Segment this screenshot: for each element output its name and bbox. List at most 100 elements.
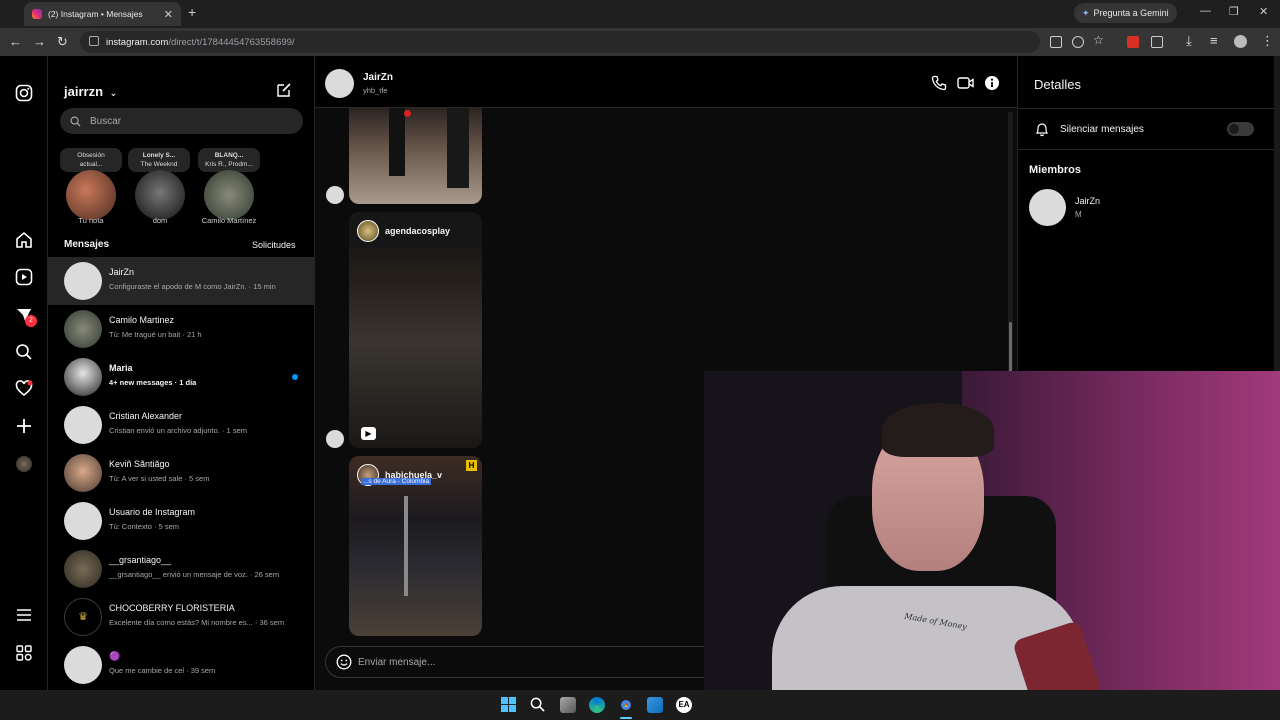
- conversation-row[interactable]: JairZn Configuraste el apodo de M como J…: [48, 257, 314, 305]
- conversation-preview: Tú: Me tragué un bait · 21 h: [109, 330, 202, 339]
- nav-rail: 2: [0, 56, 48, 690]
- shared-reel[interactable]: agendacosplay ▶: [349, 212, 482, 448]
- chat-name[interactable]: JairZn: [363, 72, 393, 83]
- divider: [1018, 149, 1280, 150]
- password-key-icon[interactable]: [1072, 36, 1084, 48]
- story-avatar[interactable]: [135, 170, 185, 220]
- ea-app-icon[interactable]: EA: [676, 697, 692, 713]
- avatar: [64, 454, 102, 492]
- story-avatar[interactable]: [204, 170, 254, 220]
- note-bubble[interactable]: Obsesión actual...: [60, 148, 122, 172]
- note-bubble[interactable]: BLANQ... Kris R., Prodm...: [198, 148, 260, 172]
- reels-icon[interactable]: [15, 268, 33, 286]
- chat-scrollbar-thumb[interactable]: [1009, 322, 1012, 372]
- conversation-preview: Cristian envió un archivo adjunto. · 1 s…: [109, 426, 247, 435]
- pdf-extension-icon[interactable]: [1127, 36, 1139, 48]
- url-path: /direct/t/17844454763558699/: [168, 36, 295, 48]
- reload-icon[interactable]: ↻: [57, 34, 68, 50]
- extensions-icon[interactable]: [1151, 36, 1163, 48]
- profile-avatar[interactable]: [16, 456, 32, 472]
- note-bubble[interactable]: Lonely S... The Weeknd: [128, 148, 190, 172]
- mute-label: Silenciar mensajes: [1060, 124, 1144, 135]
- shared-reel[interactable]: habichuela_v ...s de Aura - Colombia H: [349, 456, 482, 636]
- gemini-button[interactable]: ✦ Pregunta a Gemini: [1074, 3, 1177, 23]
- account-switcher[interactable]: jairrzn ⌄: [64, 84, 117, 99]
- search-icon: [70, 116, 81, 127]
- conversation-row[interactable]: ♛ CHOCOBERRY FLORISTERIA Excelente día c…: [48, 593, 314, 641]
- forward-icon[interactable]: →: [33, 34, 46, 49]
- bell-icon: [1035, 123, 1049, 137]
- browser-menu-icon[interactable]: ⋮: [1261, 33, 1274, 49]
- gemini-sparkle-icon: ✦: [1082, 7, 1090, 18]
- video-call-icon[interactable]: [957, 75, 974, 91]
- back-icon[interactable]: ←: [9, 34, 22, 49]
- conversation-preview: Tú: A ver si usted sale · 5 sem: [109, 474, 210, 483]
- story-avatar[interactable]: [66, 170, 116, 220]
- member-avatar[interactable]: [1029, 189, 1066, 226]
- search-icon[interactable]: [15, 343, 33, 361]
- site-info-icon[interactable]: [89, 36, 99, 46]
- bookmark-star-icon[interactable]: ☆: [1093, 33, 1104, 47]
- create-plus-icon[interactable]: [15, 417, 33, 435]
- note-line2: The Weeknd: [140, 161, 178, 168]
- play-icon[interactable]: ▶: [361, 427, 376, 440]
- conversation-row[interactable]: Cristian Alexander Cristian envió un arc…: [48, 401, 314, 449]
- chat-header: JairZn yhb_tfe: [315, 56, 1017, 108]
- avatar: [64, 262, 102, 300]
- maximize-icon[interactable]: ❐: [1229, 5, 1239, 18]
- mute-toggle[interactable]: [1227, 122, 1254, 136]
- media-control-icon[interactable]: ≡: [1210, 33, 1218, 48]
- conversation-preview: __grsantiago__ envió un mensaje de voz. …: [109, 570, 280, 579]
- active-app-indicator: [620, 717, 632, 719]
- conversation-name: CHOCOBERRY FLORISTERIA: [109, 603, 235, 613]
- task-view-icon[interactable]: [560, 697, 576, 713]
- avatar: [64, 358, 102, 396]
- conversation-name: __grsantiago__: [109, 555, 172, 565]
- notifications-heart-icon[interactable]: [15, 380, 33, 398]
- meta-apps-icon[interactable]: [15, 644, 33, 662]
- windows-start-icon[interactable]: [501, 697, 516, 712]
- browser-tab[interactable]: (2) Instagram • Mensajes ✕: [24, 2, 181, 26]
- conversation-name: JairZn: [109, 267, 135, 277]
- conversation-row[interactable]: Camilo Martinez Tú: Me tragué un bait · …: [48, 305, 314, 353]
- more-menu-icon[interactable]: [15, 606, 33, 624]
- webcam-overlay: Made of Money: [704, 371, 1280, 714]
- cast-icon[interactable]: [1050, 36, 1062, 48]
- phone-call-icon[interactable]: [931, 75, 947, 91]
- chevron-down-icon: ⌄: [109, 88, 118, 98]
- conversation-row[interactable]: __grsantiago__ __grsantiago__ envió un m…: [48, 545, 314, 593]
- requests-link[interactable]: Solicitudes: [252, 240, 296, 250]
- conversation-name: Cristian Alexander: [109, 411, 183, 421]
- home-icon[interactable]: [15, 231, 33, 249]
- profile-avatar-icon[interactable]: [1234, 35, 1247, 48]
- emoji-icon[interactable]: [336, 654, 352, 670]
- conversation-info-icon[interactable]: [984, 75, 1000, 91]
- conversation-row[interactable]: Usuario de Instagram Tú: Contexto · 5 se…: [48, 497, 314, 545]
- search-input[interactable]: Buscar: [60, 108, 303, 134]
- conversation-preview: Configuraste el apodo de M como JairZn. …: [109, 282, 276, 291]
- edge-browser-icon[interactable]: [589, 697, 605, 713]
- shared-photo[interactable]: [349, 108, 482, 204]
- chat-avatar[interactable]: [325, 69, 354, 98]
- avatar: [64, 550, 102, 588]
- taskbar-search-icon[interactable]: [530, 697, 545, 712]
- url-bar[interactable]: instagram.com /direct/t/1784445476355869…: [80, 31, 1040, 53]
- download-icon[interactable]: ⤓: [1186, 33, 1192, 49]
- instagram-logo-icon[interactable]: [15, 84, 33, 102]
- close-tab-icon[interactable]: ✕: [164, 8, 173, 21]
- microsoft-store-icon[interactable]: [647, 697, 663, 713]
- conversation-row[interactable]: Keviñ Sãntiãgo Tú: A ver si usted sale ·…: [48, 449, 314, 497]
- conversation-preview: Tú: Contexto · 5 sem: [109, 522, 180, 531]
- minimize-icon[interactable]: —: [1200, 5, 1211, 17]
- new-tab-button[interactable]: +: [188, 4, 196, 20]
- conversation-name: 🟣: [109, 651, 121, 661]
- username-label: jairrzn: [64, 84, 104, 99]
- new-message-icon[interactable]: [276, 82, 292, 98]
- conversation-row[interactable]: 🟣 Que me cambie de cel · 39 sem: [48, 641, 314, 689]
- conversation-row[interactable]: Maria 4+ new messages · 1 día: [48, 353, 314, 401]
- close-window-icon[interactable]: ✕: [1259, 5, 1268, 18]
- reel-location: ...s de Aura - Colombia: [361, 478, 432, 485]
- members-title: Miembros: [1029, 164, 1081, 176]
- chrome-browser-icon[interactable]: [618, 697, 634, 713]
- member-name[interactable]: JairZn: [1075, 196, 1100, 206]
